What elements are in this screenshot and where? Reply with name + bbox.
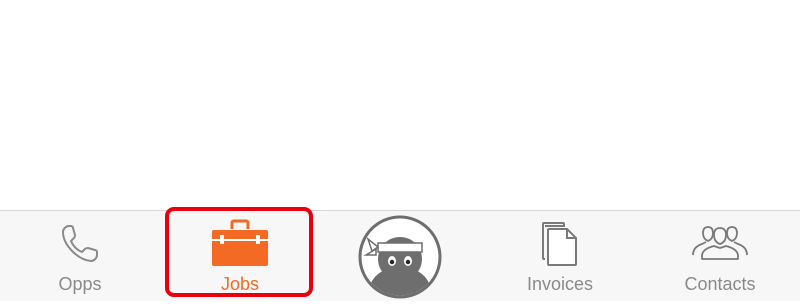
bottom-tab-bar: Opps Jobs Invoices Contacts	[0, 210, 800, 301]
tab-opps[interactable]: Opps	[0, 211, 160, 301]
tab-contacts[interactable]: Contacts	[640, 211, 800, 301]
phone-icon	[57, 221, 103, 272]
people-icon	[690, 223, 750, 268]
tab-opps-label: Opps	[58, 274, 102, 294]
tab-jobs[interactable]: Jobs	[160, 211, 320, 301]
tab-home[interactable]	[320, 211, 480, 301]
tab-invoices[interactable]: Invoices	[480, 211, 640, 301]
toolbox-icon	[210, 218, 270, 273]
tab-contacts-label: Contacts	[684, 274, 756, 294]
documents-icon	[540, 220, 580, 273]
main-content-area	[0, 0, 800, 210]
tab-invoices-label: Invoices	[526, 274, 594, 294]
tab-jobs-label: Jobs	[220, 274, 260, 294]
ninja-avatar-icon	[358, 215, 442, 304]
